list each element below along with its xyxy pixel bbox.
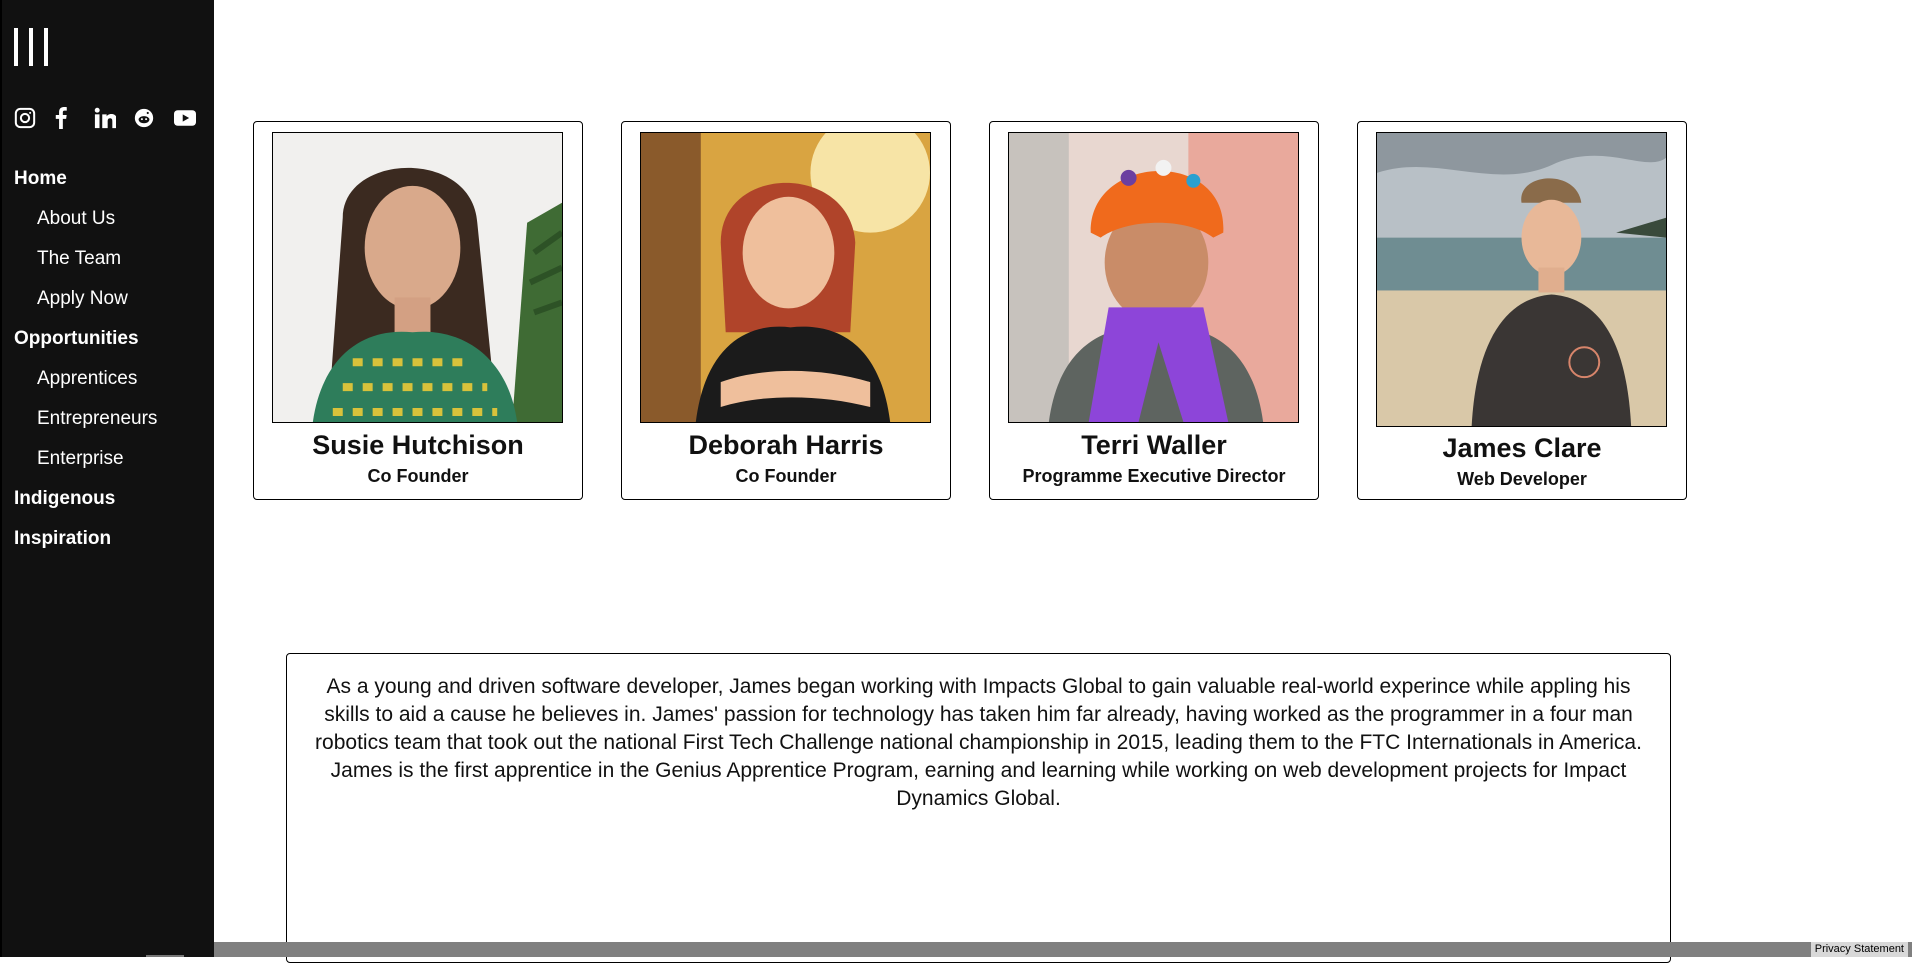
team-card[interactable]: James Clare Web Developer [1357, 121, 1687, 500]
menu-toggle-icon[interactable] [14, 28, 54, 66]
nav-apprentices[interactable]: Apprentices [2, 364, 216, 404]
instagram-icon[interactable] [14, 104, 54, 132]
team-card[interactable]: Susie Hutchison Co Founder [253, 121, 583, 500]
member-name: Deborah Harris [688, 430, 884, 460]
team-card[interactable]: Deborah Harris Co Founder [621, 121, 951, 500]
youtube-icon[interactable] [174, 104, 214, 132]
nav-home[interactable]: Home [2, 164, 216, 204]
team-photo-susie [272, 132, 563, 423]
member-name: Terri Waller [1081, 430, 1227, 460]
member-bio: As a young and driven software developer… [286, 653, 1671, 963]
member-role: Programme Executive Director [1022, 466, 1286, 486]
team-photo-james [1376, 132, 1667, 427]
menu-bar [29, 28, 33, 66]
team-photo-deborah [640, 132, 931, 423]
nav-entrepreneurs[interactable]: Entrepreneurs [2, 404, 216, 444]
facebook-icon[interactable] [54, 104, 94, 132]
bio-text: As a young and driven software developer… [315, 675, 1642, 810]
team-photo-terri [1008, 132, 1299, 423]
nav-inspiration[interactable]: Inspiration [2, 524, 216, 564]
bottom-bar: Privacy Statement [214, 942, 1912, 957]
menu-bar [44, 28, 48, 66]
linkedin-icon[interactable] [94, 104, 134, 132]
team-grid: Susie Hutchison Co Founder Deborah Harri… [253, 121, 1687, 500]
nav-enterprise[interactable]: Enterprise [2, 444, 216, 484]
member-role: Co Founder [367, 466, 469, 486]
social-links [14, 104, 214, 132]
reddit-icon[interactable] [134, 104, 174, 132]
member-role: Web Developer [1457, 469, 1587, 489]
nav-opportunities[interactable]: Opportunities [2, 324, 216, 364]
nav-apply-now[interactable]: Apply Now [2, 284, 216, 324]
nav-indigenous[interactable]: Indigenous [2, 484, 216, 524]
menu-bar [14, 28, 18, 66]
member-role: Co Founder [735, 466, 837, 486]
team-card[interactable]: Terri Waller Programme Executive Directo… [989, 121, 1319, 500]
nav-about-us[interactable]: About Us [2, 204, 216, 244]
privacy-statement-link[interactable]: Privacy Statement [1810, 942, 1908, 957]
nav-the-team[interactable]: The Team [2, 244, 216, 284]
sidebar: Home About Us The Team Apply Now Opportu… [0, 0, 214, 957]
member-name: James Clare [1442, 433, 1602, 463]
member-name: Susie Hutchison [312, 430, 524, 460]
main-nav: Home About Us The Team Apply Now Opportu… [2, 164, 216, 564]
